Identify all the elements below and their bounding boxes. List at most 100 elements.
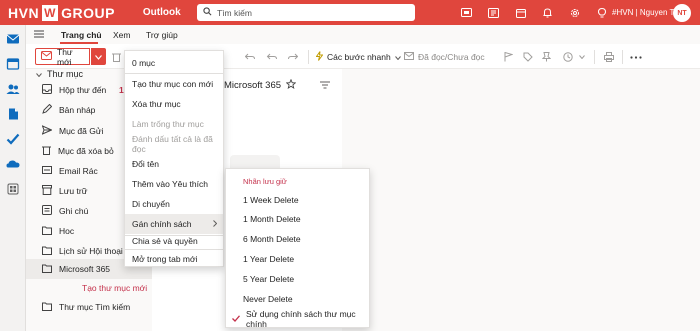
read-unread-button[interactable]: Đã đọc/Chưa đọc	[404, 50, 485, 64]
chevron-down-icon	[394, 52, 401, 62]
filter-icon[interactable]	[320, 81, 330, 91]
chevron-down-icon[interactable]	[579, 50, 585, 64]
policy-option[interactable]: 1 Month Delete	[226, 209, 369, 229]
notes-icon	[42, 205, 52, 217]
tips-icon[interactable]	[588, 6, 615, 19]
folder-icon	[42, 246, 52, 257]
read-unread-label: Đã đọc/Chưa đọc	[418, 52, 485, 62]
sent-icon	[41, 125, 53, 137]
app-name[interactable]: Outlook	[143, 7, 181, 18]
folder-label: Lịch sử Hội thoại	[59, 246, 123, 256]
search-input[interactable]	[217, 7, 397, 18]
menu-item-delete-folder[interactable]: Xóa thư mục	[125, 94, 223, 114]
header-actions	[453, 6, 615, 19]
folder-context-menu: 0 mục Tạo thư mục con mới Xóa thư mục Là…	[124, 50, 224, 267]
snooze-icon[interactable]	[563, 50, 573, 64]
folder-search-folders[interactable]: Thư mục Tìm kiếm	[26, 297, 152, 317]
new-mail-button[interactable]: Thư mới	[35, 46, 90, 67]
policy-option[interactable]: 5 Year Delete	[226, 269, 369, 289]
menu-item-count: 0 mục	[132, 58, 156, 68]
brand-mark: W	[42, 4, 59, 21]
app-rail	[0, 25, 26, 331]
folder-icon	[42, 226, 52, 237]
meet-now-icon[interactable]	[453, 6, 480, 19]
envelope-icon	[404, 52, 414, 62]
folders-header-label: Thư mục	[47, 69, 84, 79]
folder-label: Microsoft 365	[59, 264, 111, 274]
notifications-icon[interactable]	[534, 6, 561, 19]
chevron-down-icon	[95, 52, 102, 62]
chevron-down-icon	[36, 69, 42, 79]
mail-icon[interactable]	[6, 32, 20, 46]
assign-policy-submenu: Nhãn lưu giữ 1 Week Delete 1 Month Delet…	[225, 168, 370, 329]
folder-label: Thư mục Tìm kiếm	[59, 302, 131, 312]
reading-pane	[342, 69, 700, 331]
menu-item-add-to-favorites[interactable]: Thêm vào Yêu thích	[125, 174, 223, 194]
toolbar-divider	[622, 50, 623, 64]
people-icon[interactable]	[6, 82, 20, 96]
avatar[interactable]: NT	[673, 4, 691, 22]
folder-icon	[42, 264, 52, 275]
quick-steps-button[interactable]: Các bước nhanh	[315, 50, 401, 64]
favorite-star-icon[interactable]	[285, 78, 297, 92]
toolbar-divider	[594, 50, 595, 64]
category-icon[interactable]	[523, 50, 533, 64]
folders-header[interactable]: Thư mục	[36, 69, 83, 79]
todo-icon[interactable]	[6, 132, 20, 146]
search-box[interactable]	[197, 4, 415, 21]
delete-icon[interactable]	[112, 50, 121, 64]
policy-option-label: Sử dụng chính sách thư mục chính	[246, 309, 356, 329]
my-day-icon[interactable]	[507, 6, 534, 19]
reply-all-icon[interactable]	[266, 50, 277, 64]
folder-label: Mục đã xóa bỏ	[58, 146, 114, 156]
chevron-right-icon	[213, 219, 218, 229]
folder-label: Bản nháp	[59, 105, 96, 115]
new-subfolder-link[interactable]: Tạo thư mục mới	[82, 283, 147, 293]
new-mail-dropdown-button[interactable]	[91, 48, 106, 65]
new-mail-label: Thư mới	[57, 46, 73, 67]
menu-item-move[interactable]: Di chuyển	[125, 194, 223, 214]
folder-label: Lưu trữ	[59, 186, 88, 196]
forward-icon[interactable]	[288, 50, 298, 64]
folder-label: Hoc	[59, 226, 75, 236]
hamburger-icon[interactable]	[34, 30, 44, 40]
policy-option-parent-folder[interactable]: Sử dụng chính sách thư mục chính	[226, 309, 369, 329]
pin-icon[interactable]	[542, 50, 551, 64]
menu-item-open-new-tab[interactable]: Mở trong tab mới	[125, 249, 223, 269]
menu-item-create-subfolder[interactable]: Tạo thư mục con mới	[125, 74, 223, 94]
tab-help[interactable]: Trợ giúp	[146, 30, 178, 40]
flag-icon[interactable]	[504, 50, 513, 64]
folder-label: Mục đã Gửi	[59, 126, 104, 136]
folder-label: Hộp thư đến	[59, 85, 107, 95]
search-folder-icon	[42, 302, 52, 313]
teams-icon[interactable]	[480, 6, 507, 19]
folder-label: Ghi chú	[59, 206, 89, 216]
search-icon	[203, 7, 212, 18]
settings-icon[interactable]	[561, 6, 588, 19]
archive-icon	[42, 185, 52, 197]
onedrive-icon[interactable]	[6, 157, 20, 171]
menu-item-rename[interactable]: Đổi tên	[125, 154, 223, 174]
menu-item-share-permissions[interactable]: Chia sẻ và quyền	[125, 231, 223, 251]
undo-icon[interactable]	[245, 50, 255, 64]
more-options-icon[interactable]	[630, 50, 642, 64]
new-mail-icon	[41, 51, 52, 62]
message-list-title: Microsoft 365	[224, 80, 282, 91]
tab-home[interactable]: Trang chủ	[61, 30, 102, 40]
menu-item-empty-folder: Làm trống thư mục	[132, 119, 204, 129]
user-label[interactable]: #HVN | Nguyen T...	[612, 8, 680, 17]
print-icon[interactable]	[604, 50, 614, 64]
files-icon[interactable]	[6, 107, 20, 121]
policy-option[interactable]: 1 Week Delete	[226, 190, 369, 210]
apps-icon[interactable]	[6, 182, 20, 196]
toolbar-divider	[308, 50, 309, 64]
top-header: HVN W GROUP Outlook #HVN | Nguyen T... N…	[0, 0, 700, 25]
policy-option[interactable]: 1 Year Delete	[226, 249, 369, 269]
policy-option[interactable]: 6 Month Delete	[226, 229, 369, 249]
policy-option[interactable]: Never Delete	[226, 289, 369, 309]
tab-view[interactable]: Xem	[113, 30, 130, 40]
brand-logo[interactable]: HVN W GROUP	[8, 4, 115, 21]
message-list-header: Microsoft 365	[224, 78, 297, 92]
calendar-icon[interactable]	[6, 57, 20, 71]
menu-item-label: Gán chính sách	[132, 219, 192, 229]
